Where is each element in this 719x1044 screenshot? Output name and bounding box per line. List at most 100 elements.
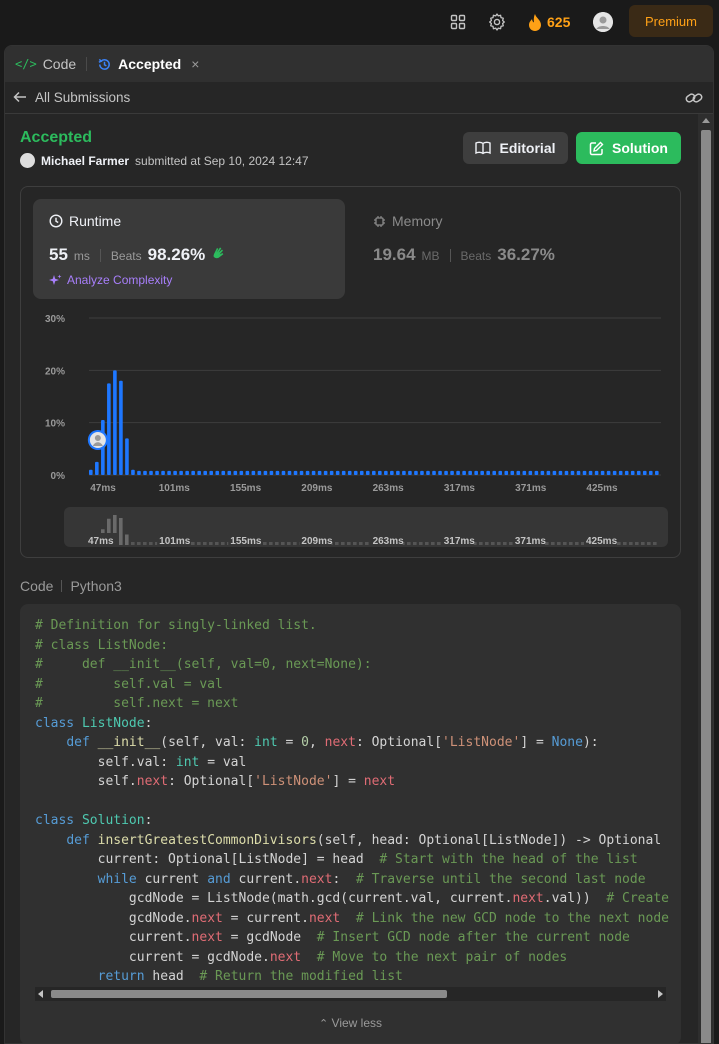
scrollbar-thumb[interactable] (701, 130, 711, 1043)
memory-tab[interactable]: Memory (373, 213, 443, 229)
solution-button[interactable]: Solution (576, 132, 681, 164)
bar (438, 470, 442, 475)
bar (606, 470, 611, 475)
mini-x-tick-label: 371ms (515, 536, 547, 547)
submitter-name[interactable]: Michael Farmer (41, 154, 129, 168)
bar (462, 470, 466, 475)
bar (341, 470, 346, 475)
mini-bar (479, 542, 483, 545)
tab-divider (86, 57, 88, 71)
runtime-unit: ms (73, 249, 90, 263)
tab-accepted[interactable]: Accepted × (97, 46, 199, 82)
layout-grid-icon[interactable] (448, 12, 468, 32)
memory-unit: MB (421, 249, 440, 263)
mini-distribution-chart[interactable]: 47ms 101ms 155ms 209ms 263ms 317ms 371ms 425ms (64, 507, 668, 547)
y-tick-label: 10% (45, 419, 65, 430)
mini-bar (413, 542, 417, 545)
bar (654, 470, 659, 475)
bar (492, 470, 497, 475)
code-line: class ListNode: (35, 715, 153, 731)
bar (600, 470, 605, 475)
bar (353, 470, 358, 475)
bar (161, 470, 165, 475)
bar (197, 470, 201, 475)
bar (630, 470, 635, 475)
horizontal-scrollbar[interactable] (35, 987, 666, 1001)
mini-bar (575, 542, 579, 545)
tab-accepted-label: Accepted (118, 56, 182, 72)
scroll-up-arrow[interactable] (702, 118, 710, 123)
x-tick-label: 317ms (444, 483, 476, 494)
submitter-info: Michael Farmer submitted at Sep 10, 2024… (20, 153, 309, 168)
code-line: gcdNode.next = current.next # Link the n… (35, 910, 669, 926)
mini-bar (509, 542, 513, 545)
bar (299, 470, 304, 475)
bar (95, 461, 99, 475)
header-divider (61, 580, 63, 592)
bar (390, 470, 394, 475)
editorial-button[interactable]: Editorial (463, 132, 568, 164)
close-icon[interactable]: × (191, 56, 199, 72)
bar (624, 470, 629, 475)
mini-bar (131, 542, 135, 545)
bar (420, 470, 424, 475)
x-tick-label: 371ms (515, 483, 547, 494)
streak-counter[interactable]: 625 (528, 11, 570, 33)
horizontal-scrollbar-thumb[interactable] (51, 990, 447, 998)
bar (528, 470, 533, 475)
bar (576, 470, 581, 475)
code-content[interactable]: # Definition for singly-linked list. # c… (35, 616, 669, 987)
submitter-avatar[interactable] (20, 153, 35, 168)
bar (648, 470, 653, 475)
code-viewer[interactable]: # Definition for singly-linked list. # c… (20, 604, 681, 1043)
value-divider (99, 248, 101, 262)
mini-bar (263, 542, 267, 545)
bar (486, 470, 491, 475)
mini-bar (353, 542, 357, 545)
back-arrow-icon[interactable] (13, 90, 27, 108)
bar (365, 470, 370, 475)
mini-bar (491, 542, 495, 545)
premium-button[interactable]: Premium (629, 5, 713, 37)
bar (564, 470, 569, 475)
bar (534, 470, 539, 475)
scroll-right-arrow[interactable] (658, 990, 663, 998)
gear-icon[interactable] (487, 12, 507, 32)
mini-bar (437, 542, 441, 545)
runtime-distribution-chart[interactable]: 30% 20% 10% 0% 47ms 101ms 155ms 209ms 263ms 317ms… (21, 307, 682, 497)
mini-bar (647, 542, 651, 545)
analyze-complexity-label: Analyze Complexity (67, 273, 173, 287)
bar (173, 470, 177, 475)
bar (378, 470, 382, 475)
bar (396, 470, 400, 475)
bar (426, 470, 430, 475)
marker-avatar-head (94, 435, 101, 441)
user-avatar[interactable] (593, 12, 613, 32)
x-tick-label: 425ms (586, 483, 618, 494)
scroll-left-arrow[interactable] (38, 990, 43, 998)
all-submissions-link[interactable]: All Submissions (35, 90, 130, 105)
mini-x-tick-label: 155ms (230, 536, 262, 547)
vertical-scrollbar[interactable] (698, 114, 713, 1043)
clock-icon (49, 214, 63, 228)
bar (89, 469, 93, 475)
link-icon[interactable] (685, 90, 703, 111)
analyze-complexity-link[interactable]: Analyze Complexity (49, 273, 172, 287)
mini-bar (149, 542, 153, 545)
chart-range-navigator[interactable]: 47ms 101ms 155ms 209ms 263ms 317ms 371ms 425ms (64, 507, 668, 547)
bar (414, 470, 418, 475)
code-line: while current and current.next: # Traver… (97, 871, 646, 887)
x-tick-label: 47ms (90, 483, 116, 494)
code-line: # self.next = next (35, 696, 239, 711)
tab-code-label: Code (42, 56, 77, 72)
view-less-button[interactable]: ⌃ View less (20, 1016, 681, 1030)
mini-bar (347, 542, 351, 545)
memory-label-text: Memory (392, 213, 443, 229)
bar (444, 470, 448, 475)
tab-code[interactable]: </> Code (5, 46, 76, 82)
runtime-card[interactable]: Runtime 55 ms Beats 98.26% Analyze Compl… (33, 199, 345, 299)
mini-x-tick-label: 317ms (444, 536, 476, 547)
mini-bar (287, 542, 291, 545)
bar (191, 470, 195, 475)
mini-bar (635, 542, 639, 545)
